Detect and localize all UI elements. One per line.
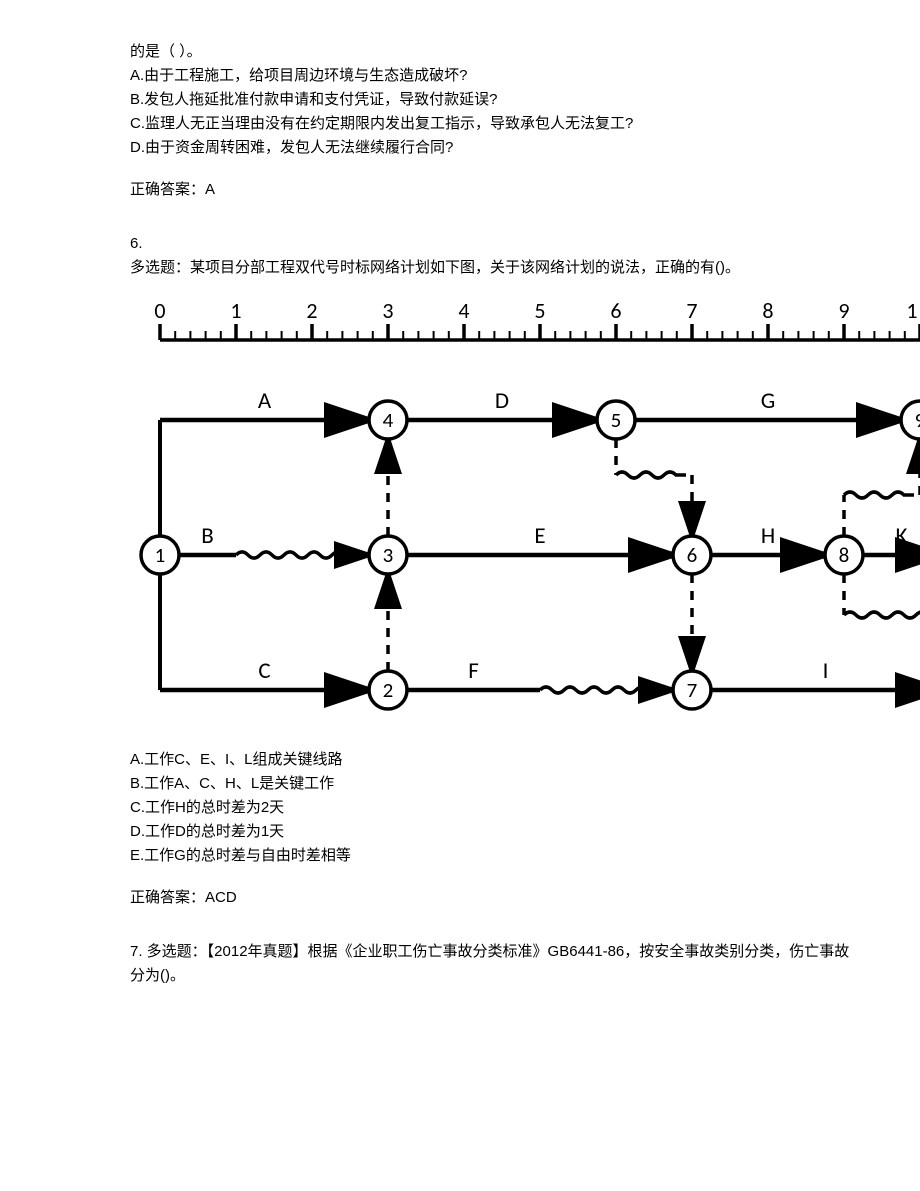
q6-option-e: E.工作G的总时差与自由时差相等 <box>130 844 860 868</box>
svg-text:3: 3 <box>382 297 393 324</box>
svg-text:1: 1 <box>230 297 241 324</box>
svg-text:8: 8 <box>762 297 773 324</box>
svg-text:K: K <box>896 522 908 550</box>
svg-text:B: B <box>201 522 214 550</box>
network-diagram: 0 1 2 3 4 5 6 7 8 9 1 0 A B C D E F G H I K 1 2 3 4 5 6 7 8 9 <box>130 290 920 728</box>
svg-text:E: E <box>534 522 545 550</box>
q6-answer: 正确答案：ACD <box>130 886 860 910</box>
svg-text:1 0: 1 0 <box>906 297 920 324</box>
svg-text:4: 4 <box>383 407 394 433</box>
svg-text:8: 8 <box>839 542 850 568</box>
svg-text:D: D <box>495 387 509 415</box>
svg-text:9: 9 <box>838 297 849 324</box>
network-svg: 0 1 2 3 4 5 6 7 8 9 1 0 A B C D E F G H I K 1 2 3 4 5 6 7 8 9 <box>130 290 920 720</box>
q6-option-d: D.工作D的总时差为1天 <box>130 820 860 844</box>
svg-text:4: 4 <box>458 297 469 324</box>
svg-text:C: C <box>258 657 270 685</box>
q6-option-a: A.工作C、E、I、L组成关键线路 <box>130 748 860 772</box>
network-body: A B C D E F G H I K 1 2 3 4 5 6 7 8 9 <box>141 387 920 709</box>
svg-text:I: I <box>823 657 829 685</box>
svg-text:5: 5 <box>534 297 545 324</box>
svg-text:3: 3 <box>383 542 394 568</box>
svg-text:H: H <box>761 522 775 550</box>
svg-text:1: 1 <box>155 542 166 568</box>
q6-stem: 多选题：某项目分部工程双代号时标网络计划如下图，关于该网络计划的说法，正确的有(… <box>130 256 860 280</box>
svg-text:2: 2 <box>306 297 317 324</box>
q5-option-d: D.由于资金周转困难，发包人无法继续履行合同? <box>130 136 860 160</box>
q6-option-c: C.工作H的总时差为2天 <box>130 796 860 820</box>
svg-text:9: 9 <box>915 407 920 433</box>
q5-option-c: C.监理人无正当理由没有在约定期限内发出复工指示，导致承包人无法复工? <box>130 112 860 136</box>
question-7: 7. 多选题：【2012年真题】根据《企业职工伤亡事故分类标准》GB6441-8… <box>130 940 860 988</box>
svg-text:5: 5 <box>611 407 622 433</box>
svg-text:G: G <box>761 387 776 415</box>
question-6: 6. 多选题：某项目分部工程双代号时标网络计划如下图，关于该网络计划的说法，正确… <box>130 232 860 910</box>
svg-text:A: A <box>258 387 272 415</box>
q5-answer: 正确答案：A <box>130 178 860 202</box>
question-5-tail: 的是（ ）。 A.由于工程施工，给项目周边环境与生态造成破坏? B.发包人拖延批… <box>130 40 860 202</box>
time-scale: 0 1 2 3 4 5 6 7 8 9 1 0 <box>154 297 920 340</box>
svg-text:7: 7 <box>687 677 698 703</box>
svg-text:F: F <box>468 657 479 685</box>
svg-text:7: 7 <box>686 297 697 324</box>
svg-text:6: 6 <box>610 297 621 324</box>
q6-option-b: B.工作A、C、H、L是关键工作 <box>130 772 860 796</box>
q5-option-b: B.发包人拖延批准付款申请和支付凭证，导致付款延误? <box>130 88 860 112</box>
q5-option-a: A.由于工程施工，给项目周边环境与生态造成破坏? <box>130 64 860 88</box>
svg-text:6: 6 <box>687 542 698 568</box>
q7-stem: 7. 多选题：【2012年真题】根据《企业职工伤亡事故分类标准》GB6441-8… <box>130 940 860 988</box>
svg-text:0: 0 <box>154 297 165 324</box>
q5-stem-tail: 的是（ ）。 <box>130 40 860 64</box>
q6-number: 6. <box>130 232 860 256</box>
svg-text:2: 2 <box>383 677 394 703</box>
